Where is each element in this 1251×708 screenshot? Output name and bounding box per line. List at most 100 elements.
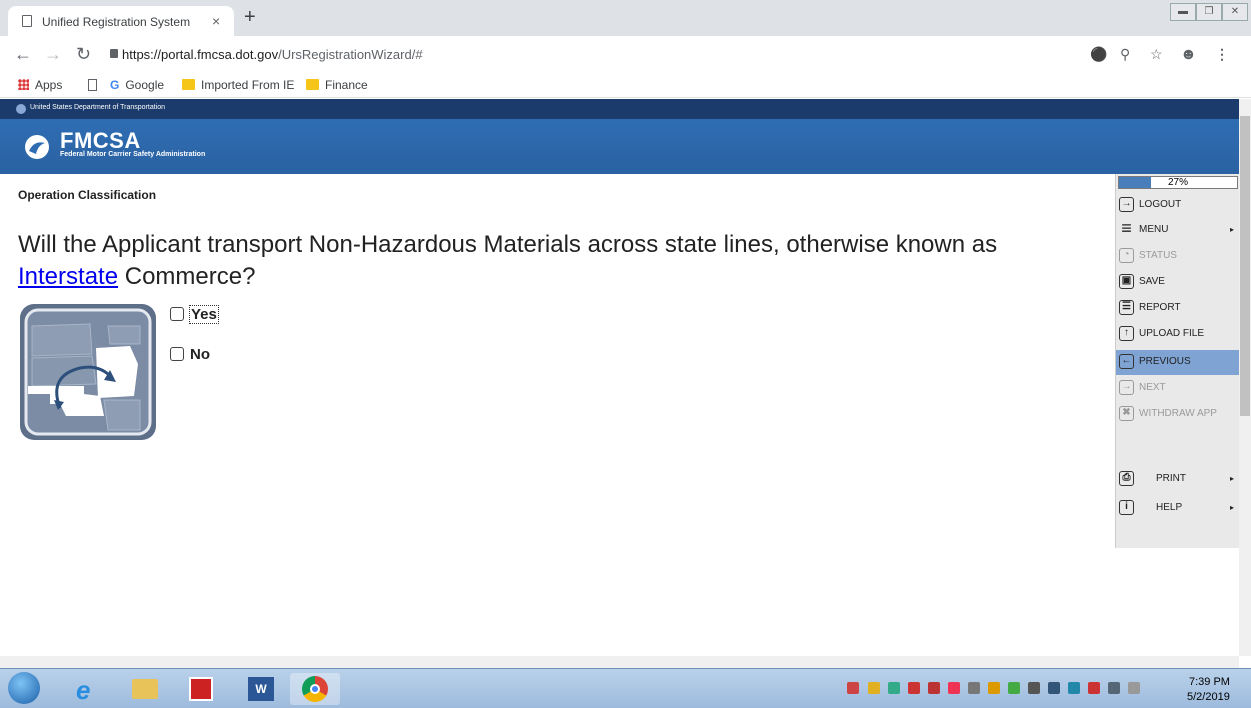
option-no-label: No: [190, 346, 210, 363]
save-icon: ▣: [1119, 274, 1134, 289]
chrome-glyph: [302, 676, 328, 702]
tray-icon[interactable]: [928, 682, 940, 694]
horizontal-scrollbar[interactable]: [0, 656, 1239, 668]
acrobat-icon[interactable]: [176, 673, 226, 705]
tray-icon[interactable]: [1008, 682, 1020, 694]
tray-icon[interactable]: [847, 682, 859, 694]
menu-item-print[interactable]: ⎙ PRINT ▸: [1116, 467, 1240, 492]
word-glyph: W: [248, 677, 274, 701]
menu-item-label: UPLOAD FILE: [1139, 328, 1205, 339]
upload-icon: ↑: [1119, 326, 1134, 341]
menu-item-save[interactable]: ▣ SAVE: [1116, 270, 1240, 295]
folder-icon: [306, 79, 319, 90]
minimize-button[interactable]: ▬: [1170, 3, 1196, 21]
interstate-link[interactable]: Interstate: [18, 263, 118, 290]
browser-toolbar: ← → ↻ https://portal.fmcsa.dot.gov/UrsRe…: [0, 36, 1251, 74]
report-icon: ☰: [1119, 300, 1134, 315]
word-icon[interactable]: W: [236, 673, 286, 705]
tab-close-icon[interactable]: ×: [212, 13, 220, 29]
menu-item-previous[interactable]: ← PREVIOUS: [1116, 350, 1240, 375]
lock-icon: [110, 49, 118, 58]
page-icon: [88, 79, 97, 91]
submenu-arrow-icon: ▸: [1229, 225, 1234, 234]
dot-text: United States Department of Transportati…: [30, 104, 166, 111]
tray-icon[interactable]: [1108, 682, 1120, 694]
option-yes-label: Yes: [189, 305, 219, 324]
tray-icon[interactable]: [1028, 682, 1040, 694]
menu-item-label: REPORT: [1139, 302, 1181, 313]
bookmark-imported[interactable]: Imported From IE: [182, 78, 294, 92]
menu-item-label: NEXT: [1139, 382, 1166, 393]
menu-item-withdraw-app: ✖ WITHDRAW APP: [1116, 402, 1240, 427]
help-icon: i: [1119, 500, 1134, 515]
address-bar[interactable]: https://portal.fmcsa.dot.gov/UrsRegistra…: [108, 40, 1108, 70]
new-tab-button[interactable]: +: [244, 7, 256, 27]
menu-item-label: LOGOUT: [1139, 199, 1182, 210]
tray-icon[interactable]: [908, 682, 920, 694]
tab-strip: Unified Registration System × + ▬ ❐ ✕: [0, 0, 1251, 36]
menu-item-label: PREVIOUS: [1139, 356, 1191, 367]
tray-icon[interactable]: [888, 682, 900, 694]
google-icon: G: [110, 78, 120, 92]
bookmark-label: Finance: [325, 78, 368, 92]
bookmark-label: Imported From IE: [201, 78, 295, 92]
fmcsa-logo-icon: [25, 135, 49, 159]
bookmark-google[interactable]: G Google: [110, 78, 164, 92]
tray-icon[interactable]: [1088, 682, 1100, 694]
bookmarks-bar: Apps G Google Imported From IE Finance: [0, 74, 1251, 98]
chrome-center: [310, 684, 320, 694]
start-button-icon[interactable]: [8, 672, 40, 704]
tray-icon[interactable]: [868, 682, 880, 694]
no-checkbox[interactable]: [170, 347, 184, 361]
acrobat-glyph: [189, 677, 213, 701]
section-title: Operation Classification: [18, 188, 157, 202]
tray-icon[interactable]: [1068, 682, 1080, 694]
tray-icon[interactable]: [948, 682, 960, 694]
tray-icon[interactable]: [988, 682, 1000, 694]
clock-time[interactable]: 7:39 PM: [1189, 676, 1230, 688]
chrome-icon[interactable]: [290, 673, 340, 705]
key-icon[interactable]: ⚫: [1090, 46, 1107, 63]
bookmark-label: Google: [125, 78, 165, 92]
account-icon[interactable]: ☻: [1180, 46, 1197, 64]
withdraw-icon: ✖: [1119, 406, 1134, 421]
side-menu: 27% → LOGOUT ≡ MENU ▸ ◔ STATUS ▣ SAVE ☰ REPORT ↑ UPL…: [1115, 174, 1240, 548]
zoom-icon[interactable]: ⚲: [1120, 46, 1130, 63]
dot-logo-icon: [16, 104, 26, 114]
menu-item-report[interactable]: ☰ REPORT: [1116, 296, 1240, 321]
vertical-scroll-thumb[interactable]: [1240, 116, 1250, 416]
print-icon: ⎙: [1119, 471, 1134, 486]
bookmark-finance[interactable]: Finance: [306, 78, 368, 92]
option-yes[interactable]: Yes: [170, 305, 219, 324]
menu-item-menu[interactable]: ≡ MENU ▸: [1116, 218, 1240, 243]
yes-checkbox[interactable]: [170, 307, 184, 321]
back-icon[interactable]: ←: [14, 44, 32, 65]
star-icon[interactable]: ☆: [1150, 46, 1163, 63]
clock-date[interactable]: 5/2/2019: [1187, 691, 1230, 703]
volume-icon[interactable]: [1128, 682, 1140, 694]
ie-glyph: e: [76, 675, 91, 705]
browser-tab[interactable]: Unified Registration System ×: [8, 6, 234, 36]
menu-item-help[interactable]: i HELP ▸: [1116, 496, 1240, 521]
url-host: https://portal.fmcsa.dot.gov: [122, 47, 279, 62]
tray-icon[interactable]: [1048, 682, 1060, 694]
page-icon: [22, 15, 32, 27]
logout-icon: →: [1119, 197, 1134, 212]
restore-button[interactable]: ❐: [1196, 3, 1222, 21]
ie-icon[interactable]: e: [64, 673, 114, 705]
menu-item-logout[interactable]: → LOGOUT: [1116, 193, 1240, 218]
question-post: Commerce?: [118, 263, 256, 290]
reload-icon[interactable]: ↻: [76, 44, 91, 65]
menu-item-label: PRINT: [1156, 473, 1186, 484]
option-no[interactable]: No: [170, 346, 210, 363]
submenu-arrow-icon: ▸: [1229, 474, 1234, 483]
kebab-menu-icon[interactable]: ⋮: [1215, 46, 1229, 63]
close-window-button[interactable]: ✕: [1222, 3, 1248, 21]
explorer-icon[interactable]: [120, 673, 170, 705]
menu-item-upload-file[interactable]: ↑ UPLOAD FILE: [1116, 322, 1240, 347]
apps-grid-icon: [18, 79, 29, 90]
tray-icon[interactable]: [968, 682, 980, 694]
forward-icon[interactable]: →: [44, 44, 62, 65]
menu-item-status: ◔ STATUS: [1116, 244, 1240, 269]
bookmark-apps[interactable]: Apps: [18, 78, 62, 92]
